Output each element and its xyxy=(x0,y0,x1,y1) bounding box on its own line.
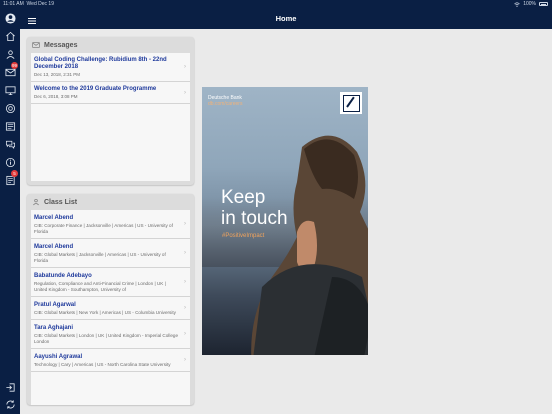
classmate-detail: CIB: Corporate Finance | Jacksonville | … xyxy=(34,223,173,234)
ad-hashtag: #PositiveImpact xyxy=(222,233,265,239)
sidebar-item-messages[interactable]: 99 xyxy=(0,62,20,80)
class-list-card: Class List Marcel Abend CIB: Corporate F… xyxy=(27,194,194,405)
chevron-right-icon: › xyxy=(184,221,186,227)
user-avatar-icon xyxy=(4,12,16,24)
classmate-detail: Regulation, Compliance and Anti-Financia… xyxy=(34,281,166,292)
class-list-item[interactable]: Pratul Agarwal CIB: Global Markets | New… xyxy=(31,297,190,320)
class-list-item[interactable]: Marcel Abend CIB: Global Markets | Jacks… xyxy=(31,239,190,268)
chat-bubbles-icon xyxy=(5,140,15,149)
message-title: Welcome to the 2019 Graduate Programme xyxy=(34,86,157,92)
contacts-icon xyxy=(6,49,14,59)
chevron-right-icon: › xyxy=(184,279,186,285)
sidebar-item-info[interactable] xyxy=(0,154,20,170)
newspaper-icon xyxy=(5,121,15,131)
person-icon xyxy=(33,199,39,206)
message-date: Dec 13, 2018, 2:31 PM xyxy=(34,72,81,77)
sidebar-item-contacts[interactable] xyxy=(0,46,20,62)
class-list-card-header: Class List xyxy=(27,194,194,210)
class-list-item[interactable]: Marcel Abend CIB: Corporate Finance | Ja… xyxy=(31,210,190,239)
message-title: Global Coding Challenge: Rubidium 8th - … xyxy=(34,57,167,70)
monitor-icon xyxy=(5,85,15,95)
classmate-name: Babatunde Adebayo xyxy=(34,273,92,279)
status-date: Wed Dec 19 xyxy=(26,1,54,7)
tasks-badge: 5 xyxy=(11,170,18,177)
sidebar-item-home[interactable] xyxy=(0,28,20,44)
chevron-right-icon: › xyxy=(184,250,186,256)
messages-card-header: Messages xyxy=(27,37,194,53)
chevron-right-icon: › xyxy=(184,89,186,96)
classmate-detail: Technology | Cary | Americas | US - Nort… xyxy=(34,362,171,367)
class-list-item[interactable]: Tara Aghajani CIB: Global Markets | Lond… xyxy=(31,320,190,349)
status-bar: 11:01 AM Wed Dec 19 100% xyxy=(0,0,552,8)
class-list-card-title: Class List xyxy=(44,198,78,206)
class-list-item[interactable]: Aayushi Agrawal Technology | Cary | Amer… xyxy=(31,349,190,372)
messages-badge: 99 xyxy=(11,62,19,69)
logout-icon xyxy=(5,382,15,392)
sidebar-item-tasks[interactable]: 5 xyxy=(0,170,20,188)
page-title: Home xyxy=(275,14,297,23)
sync-icon xyxy=(5,399,15,409)
person-photo xyxy=(251,135,368,355)
chevron-right-icon: › xyxy=(184,357,186,363)
message-item[interactable]: Welcome to the 2019 Graduate Programme D… xyxy=(31,82,190,104)
message-item[interactable]: Global Coding Challenge: Rubidium 8th - … xyxy=(31,53,190,82)
info-icon xyxy=(5,157,15,167)
classmate-name: Marcel Abend xyxy=(34,244,74,250)
ad-headline-line2: in touch xyxy=(221,208,288,229)
chevron-right-icon: › xyxy=(184,331,186,337)
careers-banner[interactable]: Deutsche Bank db.com/careers Keep in tou… xyxy=(202,87,368,355)
status-time: 11:01 AM xyxy=(3,1,24,7)
sidebar-item-presentation[interactable] xyxy=(0,82,20,98)
sidebar-item-profile[interactable] xyxy=(0,10,20,26)
chevron-right-icon: › xyxy=(184,64,186,70)
wifi-icon xyxy=(514,1,520,7)
class-list-item[interactable]: Babatunde Adebayo Regulation, Compliance… xyxy=(31,268,190,297)
classmate-detail: CIB: Global Markets | London | UK | Unit… xyxy=(34,333,179,344)
globe-icon xyxy=(5,103,15,113)
class-list: Marcel Abend CIB: Corporate Finance | Ja… xyxy=(31,210,190,405)
status-time-date: 11:01 AM Wed Dec 19 xyxy=(3,0,54,8)
classmate-name: Tara Aghajani xyxy=(34,325,74,331)
message-date: Dec 6, 2018, 3:08 PM xyxy=(34,94,78,99)
top-header: Home xyxy=(20,8,552,29)
ad-url: db.com/careers xyxy=(208,101,243,107)
classmate-name: Pratul Agarwal xyxy=(34,302,76,308)
messages-card: Messages Global Coding Challenge: Rubidi… xyxy=(27,37,194,185)
battery-icon xyxy=(539,2,548,6)
classmate-detail: CIB: Global Markets | New York | America… xyxy=(34,310,176,315)
classmate-name: Marcel Abend xyxy=(34,215,74,221)
chevron-right-icon: › xyxy=(184,305,186,311)
battery-percent: 100% xyxy=(523,1,536,7)
deutsche-bank-logo xyxy=(340,92,362,114)
status-right: 100% xyxy=(514,0,548,8)
home-icon xyxy=(5,31,15,41)
envelope-icon xyxy=(32,42,40,48)
sidebar-item-news[interactable] xyxy=(0,118,20,134)
sidebar-item-chat[interactable] xyxy=(0,136,20,152)
ad-headline: Keep in touch xyxy=(221,187,288,229)
messages-list: Global Coding Challenge: Rubidium 8th - … xyxy=(31,53,190,181)
ad-brand: Deutsche Bank db.com/careers xyxy=(208,95,242,107)
messages-card-title: Messages xyxy=(44,41,78,49)
classmate-detail: CIB: Global Markets | Jacksonville | Ame… xyxy=(34,252,166,263)
classmate-name: Aayushi Agrawal xyxy=(34,354,83,360)
sidebar-item-web[interactable] xyxy=(0,100,20,116)
sidebar-item-logout[interactable] xyxy=(0,379,20,395)
sidebar: 99 5 xyxy=(0,8,20,414)
ad-headline-line1: Keep xyxy=(221,187,266,208)
sidebar-item-sync[interactable] xyxy=(0,396,20,412)
